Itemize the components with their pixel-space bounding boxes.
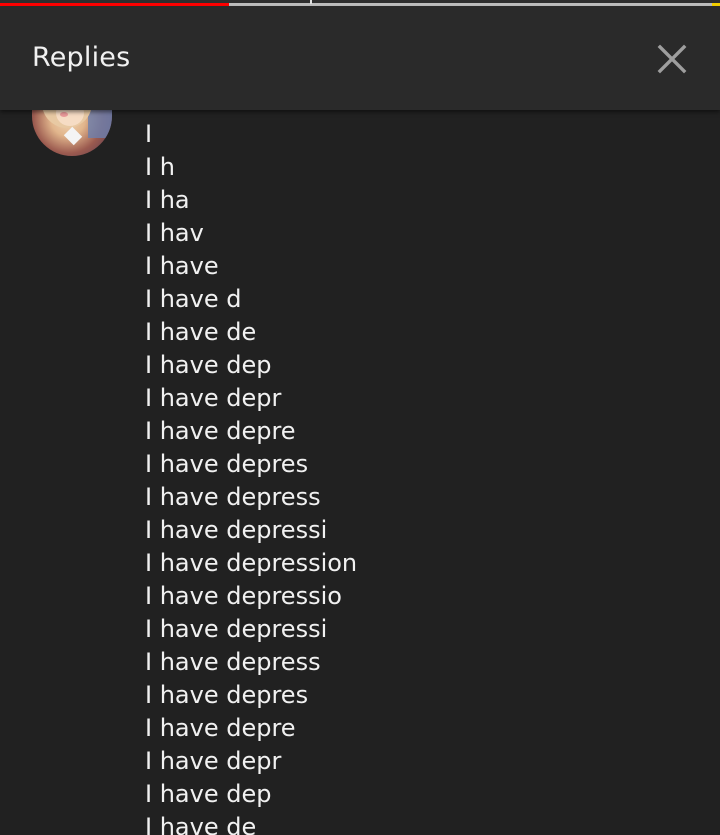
- comment-line: I have depres: [145, 681, 309, 709]
- avatar[interactable]: [32, 110, 112, 156]
- comment-line: I have depression: [145, 549, 358, 577]
- comment-line: I have depressi: [145, 615, 328, 643]
- comment-line: I hav: [145, 219, 204, 247]
- comment-line: I have dep: [145, 780, 272, 808]
- comment-line: I have depress: [145, 483, 321, 511]
- progress-scrubber[interactable]: [310, 0, 312, 4]
- comment-line: I have depr: [145, 384, 282, 412]
- close-icon: [657, 44, 687, 74]
- comment-line: I have depr: [145, 747, 282, 775]
- replies-header: Replies: [0, 7, 720, 110]
- comment-line: I have depressio: [145, 582, 342, 610]
- comment-line: I have dep: [145, 351, 272, 379]
- close-button[interactable]: [652, 39, 692, 79]
- comment-text: I I h I ha I hav I have I have d I have de I ha…: [145, 118, 357, 835]
- comment-line: I have depressi: [145, 516, 328, 544]
- avatar-background: [88, 110, 112, 138]
- comment-line: I have de: [145, 813, 257, 835]
- comment-line: I have depre: [145, 417, 296, 445]
- ad-marker: [712, 3, 720, 6]
- comment-line: I have depress: [145, 648, 321, 676]
- comment-line: I have d: [145, 285, 242, 313]
- progress-played: [0, 3, 229, 6]
- avatar-cheek: [60, 112, 68, 117]
- reply-thread: I I h I ha I hav I have I have d I have de I ha…: [0, 110, 720, 835]
- comment-line: I have: [145, 252, 219, 280]
- comment-line: I have depres: [145, 450, 309, 478]
- comment-line: I ha: [145, 186, 190, 214]
- page-title: Replies: [32, 42, 131, 73]
- comment-line: I: [145, 120, 153, 148]
- comment-line: I have de: [145, 318, 257, 346]
- comment-line: I h: [145, 153, 175, 181]
- video-progress-bar[interactable]: [0, 0, 720, 7]
- replies-panel: Replies I I h I ha I hav I have I have d I hav…: [0, 0, 720, 835]
- comment-line: I have depre: [145, 714, 296, 742]
- avatar-collar: [63, 126, 83, 146]
